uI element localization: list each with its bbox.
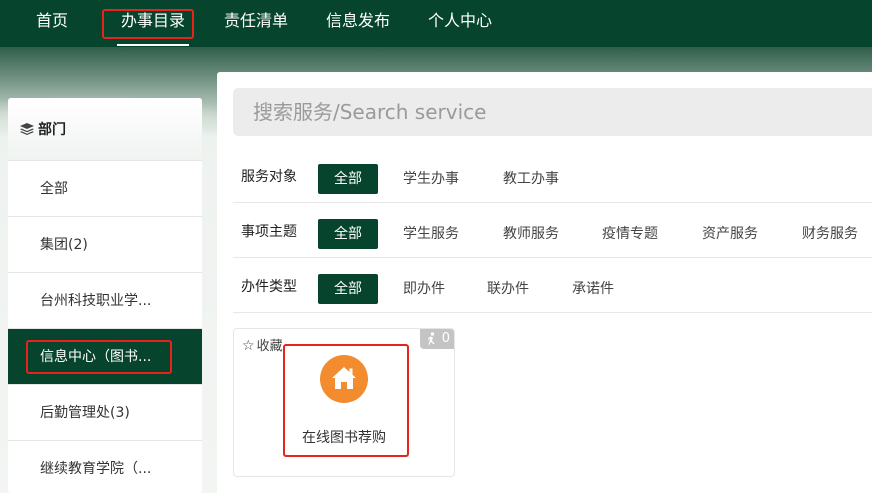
chip-type-all[interactable]: 全部 <box>318 274 378 304</box>
chip-type-instant[interactable]: 即办件 <box>403 274 445 304</box>
main-panel: 服务对象 全部 学生办事 教工办事 事项主题 全部 学生服务 教师服务 疫情专题… <box>217 72 872 493</box>
star-outline-icon: ☆ <box>242 338 255 354</box>
filter-row-target: 服务对象 全部 学生办事 教工办事 <box>233 148 872 203</box>
nav-responsibility-list[interactable]: 责任清单 <box>224 0 288 44</box>
top-navigation: 首页 办事目录 责任清单 信息发布 个人中心 <box>0 0 872 47</box>
chip-type-promise[interactable]: 承诺件 <box>572 274 614 304</box>
visit-counter: 0 <box>420 329 454 349</box>
nav-personal-center[interactable]: 个人中心 <box>428 0 492 44</box>
chip-target-staff[interactable]: 教工办事 <box>503 164 559 194</box>
search-input[interactable] <box>233 88 872 136</box>
filter-label-topic: 事项主题 <box>241 224 297 240</box>
sidebar-item-taizhou-college[interactable]: 台州科技职业学... <box>8 272 202 328</box>
nav-service-directory[interactable]: 办事目录 <box>116 0 190 46</box>
home-icon <box>332 367 356 389</box>
chip-target-student[interactable]: 学生办事 <box>403 164 459 194</box>
chip-topic-finance[interactable]: 财务服务 <box>802 219 858 249</box>
visit-count: 0 <box>441 331 450 346</box>
service-name[interactable]: 在线图书荐购 <box>234 427 454 447</box>
chip-topic-teacher-service[interactable]: 教师服务 <box>503 219 559 249</box>
favorite-label: 收藏 <box>256 339 283 354</box>
department-sidebar: 部门 全部 集团(2) 台州科技职业学... 信息中心（图书... 后勤管理处(… <box>8 98 202 493</box>
sidebar-title: 部门 <box>38 122 66 138</box>
chip-topic-assets[interactable]: 资产服务 <box>702 219 758 249</box>
filter-label-target: 服务对象 <box>241 169 297 185</box>
nav-info-release[interactable]: 信息发布 <box>326 0 390 44</box>
sidebar-header: 部门 <box>8 98 202 160</box>
nav-home[interactable]: 首页 <box>36 0 68 44</box>
filter-label-type: 办件类型 <box>241 279 297 295</box>
chip-target-all[interactable]: 全部 <box>318 164 378 194</box>
sidebar-item-group[interactable]: 集团(2) <box>8 216 202 272</box>
sidebar-item-info-center[interactable]: 信息中心（图书... <box>8 328 202 384</box>
favorite-button[interactable]: ☆ 收藏 <box>242 335 283 354</box>
running-person-icon <box>427 332 435 345</box>
sidebar-item-continuing-education[interactable]: 继续教育学院（... <box>8 440 202 493</box>
filter-row-type: 办件类型 全部 即办件 联办件 承诺件 <box>233 258 872 313</box>
chip-topic-epidemic[interactable]: 疫情专题 <box>602 219 658 249</box>
chip-type-joint[interactable]: 联办件 <box>487 274 529 304</box>
filter-row-topic: 事项主题 全部 学生服务 教师服务 疫情专题 资产服务 财务服务 <box>233 203 872 258</box>
sidebar-item-logistics[interactable]: 后勤管理处(3) <box>8 384 202 440</box>
sidebar-item-all[interactable]: 全部 <box>8 160 202 216</box>
service-card[interactable]: ☆ 收藏 0 在线图书荐购 <box>233 328 455 477</box>
chip-topic-student-service[interactable]: 学生服务 <box>403 219 459 249</box>
layers-icon <box>20 123 34 135</box>
chip-topic-all[interactable]: 全部 <box>318 219 378 249</box>
service-icon[interactable] <box>320 355 368 403</box>
